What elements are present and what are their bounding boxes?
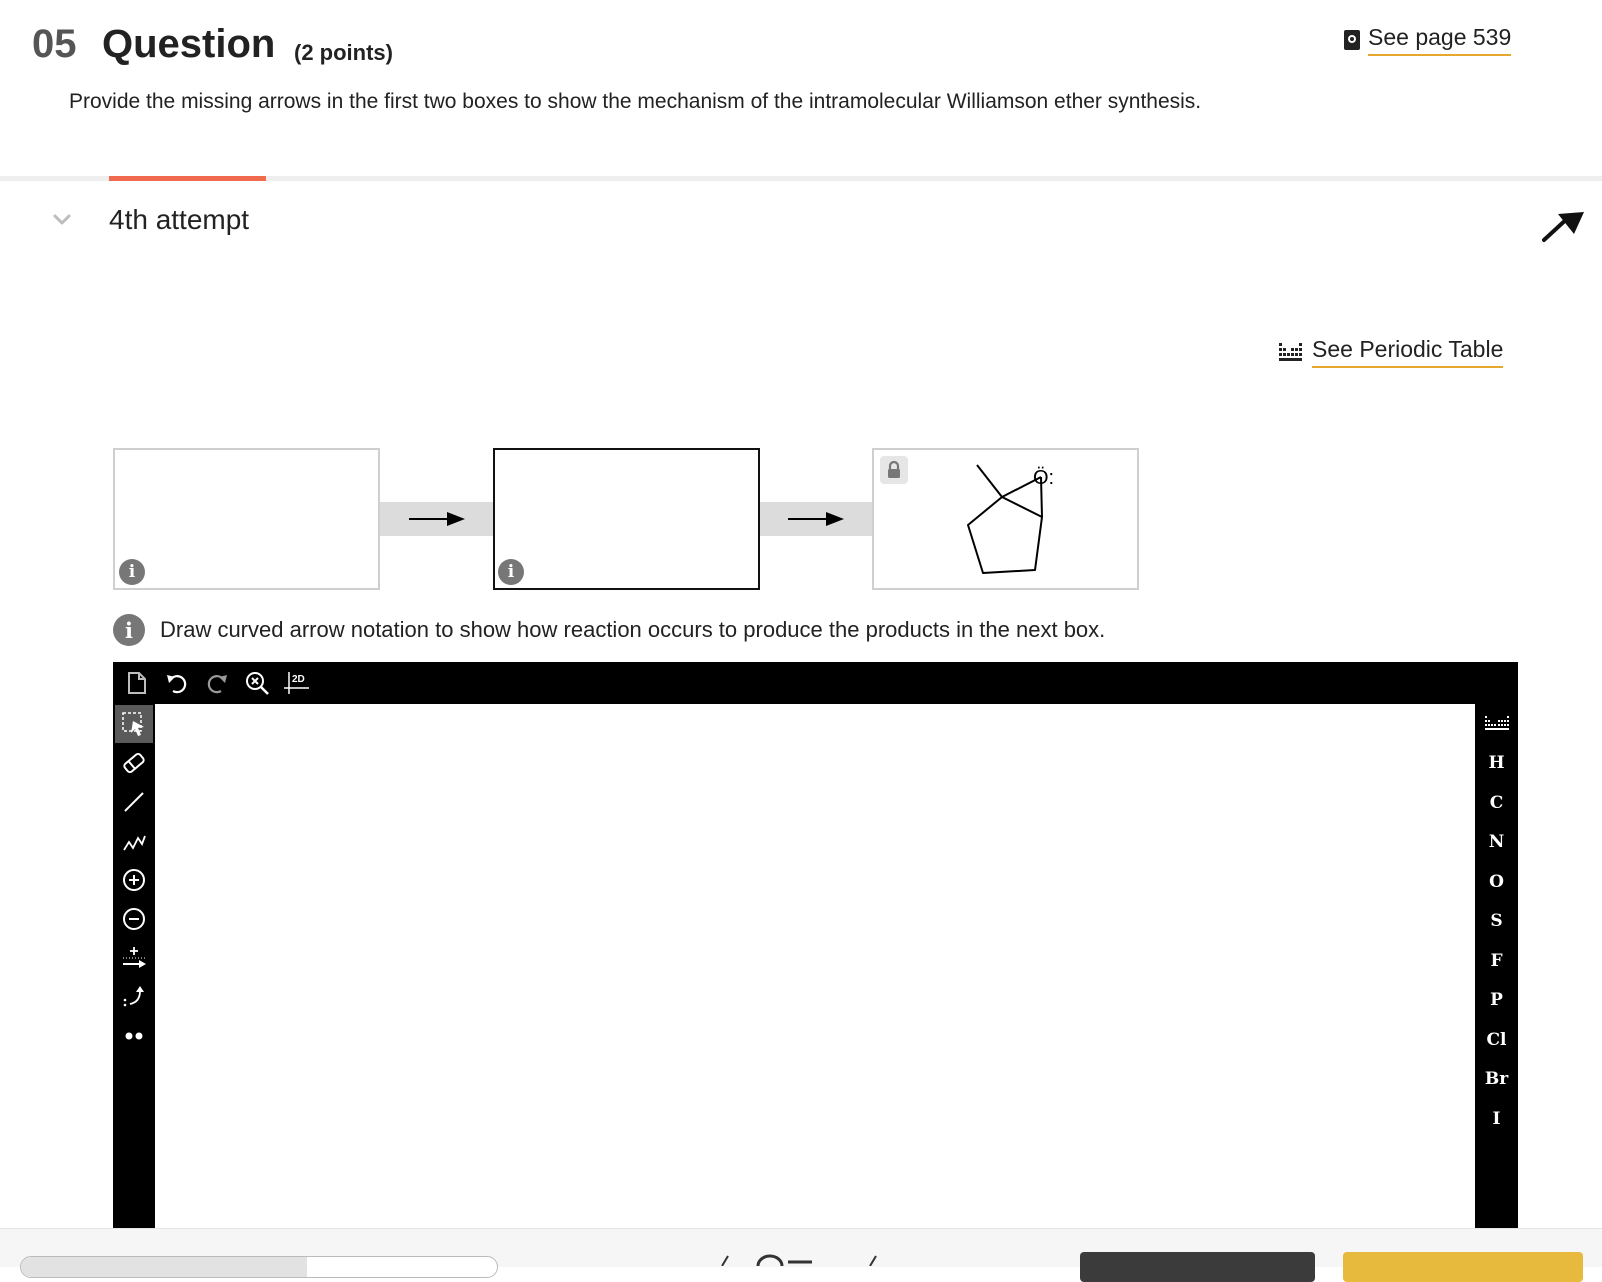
info-icon[interactable]: i bbox=[113, 614, 145, 646]
attempt-tab-indicator bbox=[109, 176, 266, 181]
reaction-connector-1 bbox=[380, 502, 493, 536]
secondary-button[interactable] bbox=[1080, 1252, 1315, 1282]
editor-left-toolbar bbox=[113, 704, 155, 1056]
redo-icon[interactable] bbox=[201, 667, 233, 699]
info-icon[interactable]: i bbox=[119, 559, 145, 585]
ebook-icon bbox=[1344, 30, 1360, 50]
lock-icon bbox=[880, 456, 908, 484]
chain-icon[interactable] bbox=[115, 822, 153, 860]
structure-editor: 2D H C N O S F P Cl Br I bbox=[113, 662, 1518, 1228]
epoxide-product-structure: Ö: bbox=[967, 464, 1054, 574]
periodic-table-label: See Periodic Table bbox=[1312, 336, 1504, 368]
element-button-N[interactable]: N bbox=[1475, 823, 1518, 863]
editor-top-toolbar: 2D bbox=[113, 662, 1518, 704]
select-tool-icon[interactable] bbox=[115, 705, 153, 743]
question-title: Question bbox=[102, 22, 276, 66]
element-button-C[interactable]: C bbox=[1475, 783, 1518, 823]
new-document-icon[interactable] bbox=[121, 667, 153, 699]
element-toolbar: H C N O S F P Cl Br I bbox=[1475, 704, 1518, 1139]
2d-clean-icon[interactable]: 2D bbox=[281, 667, 313, 699]
reaction-arrow-icon bbox=[408, 512, 465, 526]
periodic-table-link[interactable]: See Periodic Table bbox=[1278, 336, 1504, 368]
curved-arrow-icon[interactable] bbox=[115, 978, 153, 1016]
mechanism-box-1[interactable] bbox=[113, 448, 380, 590]
see-page-label: See page 539 bbox=[1368, 24, 1512, 56]
undo-icon[interactable] bbox=[161, 667, 193, 699]
pin-icon[interactable] bbox=[1540, 200, 1590, 244]
element-button-F[interactable]: F bbox=[1475, 941, 1518, 981]
reaction-connector-2 bbox=[760, 502, 872, 536]
question-prompt: Provide the missing arrows in the first … bbox=[69, 90, 1202, 113]
info-icon[interactable]: i bbox=[498, 559, 524, 585]
drawing-instruction: Draw curved arrow notation to show how r… bbox=[160, 617, 1106, 642]
element-button-H[interactable]: H bbox=[1475, 744, 1518, 784]
see-page-link[interactable]: See page 539 bbox=[1344, 24, 1512, 56]
reaction-arrow-tool-icon[interactable] bbox=[115, 939, 153, 977]
single-bond-icon[interactable] bbox=[115, 783, 153, 821]
primary-button[interactable] bbox=[1343, 1252, 1583, 1282]
positive-charge-icon[interactable] bbox=[115, 861, 153, 899]
negative-charge-icon[interactable] bbox=[115, 900, 153, 938]
periodic-table-icon bbox=[1279, 343, 1302, 361]
progress-bar bbox=[20, 1256, 498, 1278]
question-number: 05 bbox=[32, 22, 77, 66]
chevron-down-icon[interactable] bbox=[52, 210, 72, 230]
element-button-Cl[interactable]: Cl bbox=[1475, 1020, 1518, 1060]
element-button-O[interactable]: O bbox=[1475, 862, 1518, 902]
mechanism-box-2[interactable] bbox=[493, 448, 760, 590]
element-button-P[interactable]: P bbox=[1475, 981, 1518, 1021]
2d-clean-label: 2D bbox=[292, 674, 305, 685]
eraser-icon[interactable] bbox=[115, 744, 153, 782]
element-button-S[interactable]: S bbox=[1475, 902, 1518, 942]
element-button-I[interactable]: I bbox=[1475, 1099, 1518, 1139]
attempt-label: 4th attempt bbox=[109, 204, 250, 235]
element-button-Br[interactable]: Br bbox=[1475, 1060, 1518, 1100]
progress-fill bbox=[21, 1257, 307, 1277]
lone-pair-icon[interactable] bbox=[115, 1017, 153, 1055]
reaction-arrow-icon bbox=[788, 512, 844, 526]
oxygen-label: Ö: bbox=[1033, 467, 1054, 489]
question-points: (2 points) bbox=[294, 40, 393, 65]
zoom-reset-icon[interactable] bbox=[241, 667, 273, 699]
drawing-canvas[interactable] bbox=[155, 704, 1475, 1228]
periodic-table-icon[interactable] bbox=[1475, 704, 1518, 744]
question-nav[interactable] bbox=[720, 1252, 880, 1266]
